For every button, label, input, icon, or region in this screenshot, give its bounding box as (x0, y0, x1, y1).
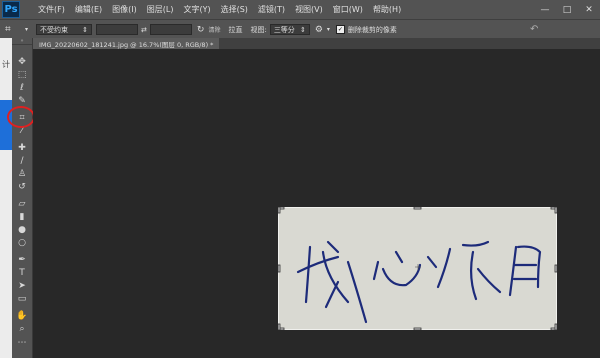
menu-window[interactable]: 窗口(W) (333, 4, 363, 15)
chevron-down-icon[interactable]: ▾ (25, 26, 28, 33)
lasso-tool-icon[interactable]: ℓ (15, 82, 29, 94)
menu-file[interactable]: 文件(F) (38, 4, 65, 15)
panel-grip[interactable]: » (12, 38, 32, 45)
ratio-select-value: 不受约束 (40, 25, 69, 34)
more-tools-icon[interactable]: ⋯ (15, 337, 29, 349)
menu-help[interactable]: 帮助(H) (373, 4, 401, 15)
reset-crop-icon[interactable]: ↶ (530, 24, 538, 35)
view-label: 视图: (250, 25, 267, 34)
brush-tool-icon[interactable]: ∕ (15, 155, 29, 167)
rectangle-tool-icon[interactable]: ▭ (15, 293, 29, 305)
document-tab-bar: IMG_20220602_181241.jpg @ 16.7%(图层 0, RG… (33, 38, 600, 49)
crop-tool-highlight (7, 106, 35, 128)
gradient-tool-icon[interactable]: ▮ (15, 211, 29, 223)
window-controls: — □ ✕ (534, 0, 600, 19)
chevron-updown-icon: ⇕ (82, 25, 89, 34)
delete-cropped-checkbox[interactable]: ✓ (335, 25, 345, 34)
background-window-edge: 计 (0, 38, 12, 358)
ratio-select[interactable]: 不受约束 ⇕ (36, 24, 93, 35)
height-input[interactable] (149, 24, 192, 35)
photoshop-logo-icon: Ps (2, 1, 20, 18)
menu-edit[interactable]: 编辑(E) (75, 4, 102, 15)
menu-layer[interactable]: 图层(L) (147, 4, 174, 15)
blur-tool-icon[interactable]: ● (15, 224, 29, 236)
delete-cropped-label: 删除裁剪的像素 (347, 25, 397, 34)
menu-filter[interactable]: 滤镜(T) (258, 4, 285, 15)
hand-tool-icon[interactable]: ✋ (15, 310, 29, 322)
background-window-text: 计 (2, 60, 10, 69)
menu-select[interactable]: 选择(S) (221, 4, 248, 15)
gear-icon[interactable]: ⚙ (315, 25, 323, 35)
maximize-button[interactable]: □ (556, 0, 578, 19)
clone-stamp-tool-icon[interactable]: ♙ (15, 168, 29, 180)
swap-icon[interactable]: ⇄ (141, 26, 147, 34)
healing-tool-icon[interactable]: ✚ (15, 142, 29, 154)
minimize-button[interactable]: — (534, 0, 556, 19)
document-image[interactable] (278, 207, 557, 330)
document-tab[interactable]: IMG_20220602_181241.jpg @ 16.7%(图层 0, RG… (33, 38, 220, 49)
pen-tool-icon[interactable]: ✒ (15, 254, 29, 266)
crop-tool-preset-icon[interactable]: ⌗ (5, 24, 25, 35)
background-window-accent (0, 100, 12, 150)
history-brush-tool-icon[interactable]: ↺ (15, 181, 29, 193)
menu-view[interactable]: 视图(V) (295, 4, 323, 15)
clear-button[interactable]: 清除 (208, 25, 220, 34)
overlay-view-select-value: 三等分 (273, 25, 295, 34)
rotate-icon[interactable]: ↻ (197, 25, 205, 35)
chevron-updown-icon: ⇕ (299, 25, 306, 34)
overlay-view-select[interactable]: 三等分 ⇕ (269, 24, 310, 35)
tools-panel: » ✥ ⬚ ℓ ✎ ⌗ ⁄ ✚ ∕ ♙ ↺ ▱ ▮ ● ○ ✒ T ➤ ▭ ✋ … (12, 38, 33, 358)
type-tool-icon[interactable]: T (15, 267, 29, 279)
marquee-tool-icon[interactable]: ⬚ (15, 69, 29, 81)
straighten-button[interactable]: 拉直 (228, 25, 242, 35)
width-input[interactable] (96, 24, 139, 35)
close-button[interactable]: ✕ (578, 0, 600, 19)
dodge-tool-icon[interactable]: ○ (15, 237, 29, 249)
zoom-tool-icon[interactable]: ⌕ (15, 323, 29, 335)
menu-type[interactable]: 文字(Y) (183, 4, 210, 15)
main-menu: 文件(F) 编辑(E) 图像(I) 图层(L) 文字(Y) 选择(S) 滤镜(T… (38, 4, 411, 15)
handwritten-signature-image (278, 207, 557, 330)
menu-bar: Ps 文件(F) 编辑(E) 图像(I) 图层(L) 文字(Y) 选择(S) 滤… (0, 0, 600, 19)
chevron-down-icon[interactable]: ▾ (327, 26, 330, 33)
eraser-tool-icon[interactable]: ▱ (15, 198, 29, 210)
path-selection-tool-icon[interactable]: ➤ (15, 280, 29, 292)
menu-image[interactable]: 图像(I) (112, 4, 137, 15)
options-bar: ⌗ ▾ 不受约束 ⇕ ⇄ ↻ 清除 拉直 视图: 三等分 ⇕ ⚙ ▾ ✓ 删除裁… (0, 19, 600, 39)
document-tab-title: IMG_20220602_181241.jpg @ 16.7%(图层 0, RG… (39, 40, 214, 49)
move-tool-icon[interactable]: ✥ (15, 56, 29, 68)
